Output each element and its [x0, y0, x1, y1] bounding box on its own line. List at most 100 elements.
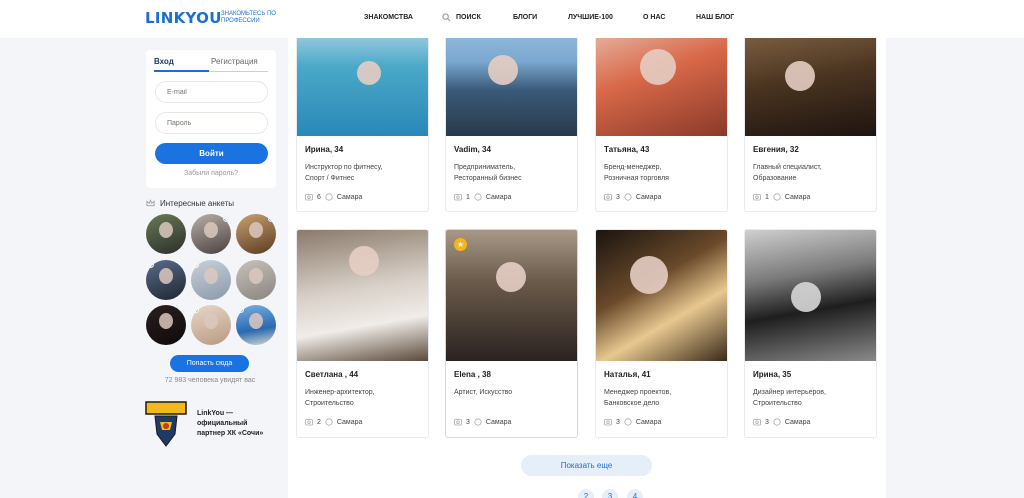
nav-top-100[interactable]: ЛУЧШИЕ-100 — [568, 14, 613, 21]
password-field[interactable] — [155, 112, 268, 134]
profile-city: Самара — [635, 418, 662, 426]
page-2-button[interactable]: 2 — [578, 489, 594, 498]
profile-card[interactable]: Евгения, 32 Главный специалист, Образован… — [744, 20, 877, 212]
profile-card[interactable]: Vadim, 34 Предприниматель, Ресторанный би… — [445, 20, 578, 212]
location-icon — [624, 193, 632, 201]
nav-our-blog[interactable]: НАШ БЛОГ — [696, 14, 734, 21]
profile-meta: 2 Самара — [305, 418, 362, 426]
profile-city: Самара — [635, 193, 662, 201]
show-more-button[interactable]: Показать еще — [521, 455, 652, 476]
avatar[interactable] — [146, 214, 186, 254]
profile-photo — [297, 230, 428, 361]
featured-star-icon: ★ — [454, 238, 467, 251]
hc-sochi-logo[interactable] — [145, 400, 187, 448]
photo-count: 6 — [317, 193, 321, 201]
photo-icon — [604, 194, 612, 201]
avatar[interactable] — [146, 305, 186, 345]
photo-count: 3 — [616, 418, 620, 426]
nav-search[interactable]: ПОИСК — [456, 14, 481, 21]
profile-name: Наталья, 41 — [604, 370, 651, 379]
photo-count: 3 — [466, 418, 470, 426]
photo-icon — [753, 419, 761, 426]
profile-occupation: Дизайнер интерьеров, Строительство — [753, 389, 826, 407]
avatar[interactable] — [146, 260, 186, 300]
avatar[interactable] — [191, 260, 231, 300]
avatar[interactable] — [191, 214, 231, 254]
page-3-button[interactable]: 3 — [602, 489, 618, 498]
profile-city: Самара — [784, 418, 811, 426]
photo-count: 1 — [466, 193, 470, 201]
avatar[interactable] — [236, 214, 276, 254]
profile-meta: 1 Самара — [753, 193, 810, 201]
email-field[interactable] — [155, 81, 268, 103]
profile-occupation: Главный специалист, Образование — [753, 164, 822, 182]
site-header: LINKYOU ЗНАКОМЬТЕСЬ ПО ПРОФЕССИИ ЗНАКОМС… — [0, 0, 1024, 38]
tab-active-indicator — [154, 70, 209, 72]
profile-photo — [745, 230, 876, 361]
location-icon — [325, 193, 333, 201]
partner-text: LinkYou — официальный партнер ХК «Сочи» — [197, 410, 264, 437]
profile-meta: 3 Самара — [604, 418, 661, 426]
profile-name: Евгения, 32 — [753, 145, 799, 154]
photo-count: 1 — [765, 193, 769, 201]
site-tagline: ЗНАКОМЬТЕСЬ ПО ПРОФЕССИИ — [221, 11, 276, 24]
location-icon — [474, 418, 482, 426]
profile-name: Elena , 38 — [454, 370, 491, 379]
photo-icon — [305, 419, 313, 426]
profile-card[interactable]: Татьяна, 43 Бренд-менеджер, Розничная тор… — [595, 20, 728, 212]
location-icon — [624, 418, 632, 426]
profile-card[interactable]: Наталья, 41 Менеджер проектов, Банковское… — [595, 229, 728, 438]
profile-occupation: Инструктор по фитнесу, Спорт / Фитнес — [305, 164, 383, 182]
profile-card[interactable]: Светлана , 44 Инженер-архитектор, Строите… — [296, 229, 429, 438]
interesting-profiles-title: Интересные анкеты — [160, 199, 234, 208]
nav-dating[interactable]: ЗНАКОМСТВА — [364, 14, 413, 21]
profile-photo: ★ — [446, 230, 577, 361]
photo-count: 3 — [616, 193, 620, 201]
profile-occupation: Предприниматель, Ресторанный бизнес — [454, 164, 522, 182]
avatar[interactable] — [236, 260, 276, 300]
avatar[interactable] — [191, 305, 231, 345]
profile-city: Самара — [485, 193, 512, 201]
get-featured-button[interactable]: Попасть сюда — [170, 355, 249, 372]
nav-blogs[interactable]: БЛОГИ — [513, 14, 537, 21]
photo-icon — [454, 419, 462, 426]
profile-card[interactable]: Ирина, 34 Инструктор по фитнесу, Спорт / … — [296, 20, 429, 212]
site-logo[interactable]: LINKYOU — [145, 9, 222, 27]
profile-meta: 3 Самара — [454, 418, 511, 426]
viewers-count: 72 983 человека увидят вас — [164, 377, 256, 384]
profile-photo — [446, 21, 577, 136]
profile-name: Ирина, 35 — [753, 370, 792, 379]
photo-icon — [305, 194, 313, 201]
search-icon[interactable] — [442, 13, 451, 22]
photo-count: 2 — [317, 418, 321, 426]
profile-photo — [596, 21, 727, 136]
profile-occupation: Менеджер проектов, Банковское дело — [604, 389, 672, 407]
tab-register[interactable]: Регистрация — [211, 57, 258, 66]
location-icon — [773, 418, 781, 426]
photo-icon — [604, 419, 612, 426]
profile-photo — [596, 230, 727, 361]
profile-card-featured[interactable]: ★ Elena , 38 Артист, Искусство 3 Самара — [445, 229, 578, 438]
profile-occupation: Инженер-архитектор, Строительство — [305, 389, 375, 407]
profile-photo — [297, 21, 428, 136]
tab-login[interactable]: Вход — [154, 57, 174, 66]
profile-meta: 6 Самара — [305, 193, 362, 201]
profile-city: Самара — [784, 193, 811, 201]
profile-occupation: Артист, Искусство — [454, 389, 513, 396]
photo-icon — [454, 194, 462, 201]
profile-name: Светлана , 44 — [305, 370, 359, 379]
nav-about[interactable]: О НАС — [643, 14, 665, 21]
profile-meta: 1 Самара — [454, 193, 511, 201]
photo-count: 3 — [765, 418, 769, 426]
login-panel: Вход Регистрация Войти Забыли пароль? — [146, 50, 276, 188]
photo-icon — [753, 194, 761, 201]
profile-occupation: Бренд-менеджер, Розничная торговля — [604, 164, 669, 182]
profile-name: Ирина, 34 — [305, 145, 344, 154]
profile-city: Самара — [336, 193, 363, 201]
forgot-password-link[interactable]: Забыли пароль? — [146, 170, 276, 177]
page-4-button[interactable]: 4 — [627, 489, 643, 498]
avatar[interactable] — [236, 305, 276, 345]
crown-icon — [146, 199, 155, 207]
login-button[interactable]: Войти — [155, 143, 268, 164]
profile-card[interactable]: Ирина, 35 Дизайнер интерьеров, Строительс… — [744, 229, 877, 438]
